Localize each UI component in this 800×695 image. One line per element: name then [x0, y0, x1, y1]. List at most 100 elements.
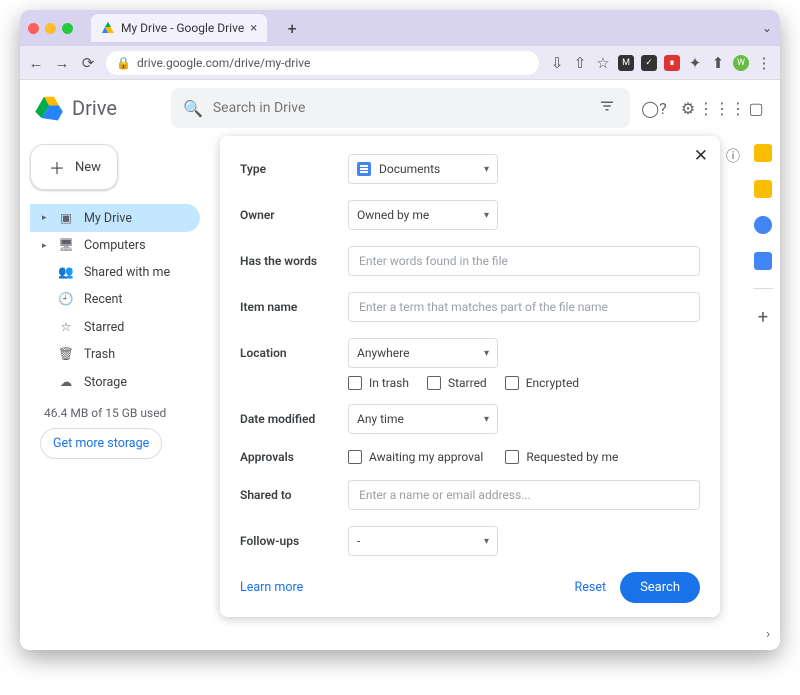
nav-label: Trash — [84, 347, 115, 362]
tab-close-icon[interactable]: × — [250, 21, 257, 36]
window-zoom-dot[interactable] — [62, 23, 73, 34]
search-input[interactable] — [213, 100, 588, 116]
tab-title: My Drive - Google Drive — [121, 21, 244, 35]
profile-avatar[interactable]: W — [733, 55, 749, 71]
apps-grid-icon[interactable]: ⋮⋮⋮ — [712, 98, 732, 118]
expand-icon: ▸ — [42, 213, 48, 223]
kebab-menu-icon[interactable]: ⋮ — [756, 54, 772, 72]
sidebar: ＋ New ▸ ▣ My Drive▸ 🖥 Computers 👥 Shared with … — [20, 136, 210, 459]
account-avatar[interactable]: ▢ — [746, 98, 766, 118]
nav-icon: ▣ — [58, 210, 74, 226]
new-button[interactable]: ＋ New — [30, 144, 118, 190]
sidebar-item-shared-with-me[interactable]: 👥 Shared with me — [30, 259, 200, 286]
drive-logo[interactable]: Drive — [34, 93, 117, 123]
drive-logo-icon — [34, 93, 64, 123]
extension-icon[interactable]: ✓ — [641, 55, 657, 71]
item-name-input[interactable]: Enter a term that matches part of the fi… — [348, 292, 700, 322]
collapse-side-panel-icon[interactable]: › — [766, 627, 770, 642]
nav-label: Shared with me — [84, 265, 170, 280]
nav-label: Starred — [84, 320, 124, 335]
toolbar-icons: ⇩ ⇧ ☆ M ✓ ∎ ✦ ⬆ W ⋮ — [549, 54, 772, 72]
reload-button[interactable]: ⟳ — [80, 54, 96, 72]
search-icon: 🔍 — [183, 99, 203, 118]
details-icon[interactable]: ⓘ — [726, 146, 740, 166]
nav-label: My Drive — [84, 211, 132, 226]
star-icon[interactable]: ☆ — [595, 54, 611, 72]
get-storage-button[interactable]: Get more storage — [40, 428, 162, 459]
follow-ups-value: - — [357, 534, 360, 548]
type-select[interactable]: Documents ▾ — [348, 154, 498, 184]
drive-wordmark: Drive — [72, 96, 117, 120]
placeholder-text: Enter a name or email address... — [359, 488, 531, 502]
location-select[interactable]: Anywhere ▾ — [348, 338, 498, 368]
window-titlebar: My Drive - Google Drive × + ⌄ — [20, 10, 780, 46]
extension-icon[interactable]: M — [618, 55, 634, 71]
nav-label: Computers — [84, 238, 146, 253]
forward-button[interactable]: → — [54, 54, 70, 72]
plus-icon: ＋ — [49, 155, 65, 179]
calendar-icon[interactable] — [754, 180, 772, 198]
drive-favicon-icon — [101, 21, 115, 35]
documents-icon — [357, 162, 371, 176]
search-button[interactable]: Search — [620, 572, 700, 603]
caret-down-icon: ▾ — [484, 348, 489, 359]
owner-value: Owned by me — [357, 208, 429, 222]
sidebar-item-recent[interactable]: 🕘Recent — [30, 286, 200, 313]
owner-select[interactable]: Owned by me ▾ — [348, 200, 498, 230]
back-button[interactable]: ← — [28, 54, 44, 72]
owner-label: Owner — [240, 208, 332, 222]
follow-ups-select[interactable]: - ▾ — [348, 526, 498, 556]
reset-button[interactable]: Reset — [575, 580, 607, 595]
nav-label: Storage — [84, 375, 127, 390]
extensions-icon[interactable]: ✦ — [687, 54, 703, 72]
shared-to-input[interactable]: Enter a name or email address... — [348, 480, 700, 510]
side-panel: + — [746, 140, 780, 328]
sidebar-item-my-drive[interactable]: ▸ ▣ My Drive — [30, 204, 200, 232]
location-label: Location — [240, 346, 332, 360]
tabs-overflow-icon[interactable]: ⌄ — [762, 21, 772, 35]
help-icon[interactable]: ◯? — [644, 98, 664, 118]
settings-icon[interactable]: ⚙ — [678, 98, 698, 118]
new-tab-button[interactable]: + — [281, 19, 303, 38]
close-panel-button[interactable]: ✕ — [694, 146, 708, 166]
storage-usage: 46.4 MB of 15 GB used — [44, 406, 200, 420]
window-close-dot[interactable] — [28, 23, 39, 34]
sidebar-item-trash[interactable]: 🗑Trash — [30, 341, 200, 368]
awaiting-approval-checkbox[interactable]: Awaiting my approval — [348, 450, 483, 464]
window-minimize-dot[interactable] — [45, 23, 56, 34]
has-words-input[interactable]: Enter words found in the file — [348, 246, 700, 276]
keep-icon[interactable] — [754, 144, 772, 162]
sidebar-item-storage[interactable]: ☁ Storage — [30, 368, 200, 396]
advanced-search-panel: ✕ Type Documents ▾ Owner Owned by me ▾ H… — [220, 136, 720, 617]
share-icon[interactable]: ⇧ — [572, 54, 588, 72]
updates-icon[interactable]: ⬆ — [710, 54, 726, 72]
has-words-label: Has the words — [240, 254, 332, 268]
address-bar[interactable]: 🔒 drive.google.com/drive/my-drive — [106, 51, 539, 75]
search-bar[interactable]: 🔍 — [171, 88, 630, 128]
nav-icon: 🖥 — [58, 238, 74, 253]
date-modified-select[interactable]: Any time ▾ — [348, 404, 498, 434]
starred-checkbox[interactable]: Starred — [427, 376, 487, 390]
follow-ups-label: Follow-ups — [240, 534, 332, 548]
add-on-button[interactable]: + — [758, 307, 768, 328]
drive-topbar: Drive 🔍 ◯? ⚙ ⋮⋮⋮ ▢ — [20, 80, 780, 136]
new-button-label: New — [75, 160, 101, 175]
learn-more-link[interactable]: Learn more — [240, 580, 303, 595]
tasks-icon[interactable] — [754, 216, 772, 234]
placeholder-text: Enter a term that matches part of the fi… — [359, 300, 608, 314]
approvals-label: Approvals — [240, 450, 332, 464]
extension-icon[interactable]: ∎ — [664, 55, 680, 71]
sidebar-item-starred[interactable]: ☆Starred — [30, 313, 200, 341]
app-content: Drive 🔍 ◯? ⚙ ⋮⋮⋮ ▢ ⓘ ＋ New ▸ ▣ — [20, 80, 780, 650]
install-icon[interactable]: ⇩ — [549, 54, 565, 72]
browser-tab[interactable]: My Drive - Google Drive × — [91, 14, 267, 42]
caret-down-icon: ▾ — [484, 210, 489, 221]
in-trash-checkbox[interactable]: In trash — [348, 376, 409, 390]
search-options-icon[interactable] — [598, 97, 618, 119]
nav-icon: ☁ — [58, 374, 74, 390]
contacts-icon[interactable] — [754, 252, 772, 270]
sidebar-item-computers[interactable]: ▸🖥Computers — [30, 232, 200, 259]
nav-icon: 👥 — [58, 265, 74, 280]
encrypted-checkbox[interactable]: Encrypted — [505, 376, 579, 390]
requested-by-me-checkbox[interactable]: Requested by me — [505, 450, 618, 464]
